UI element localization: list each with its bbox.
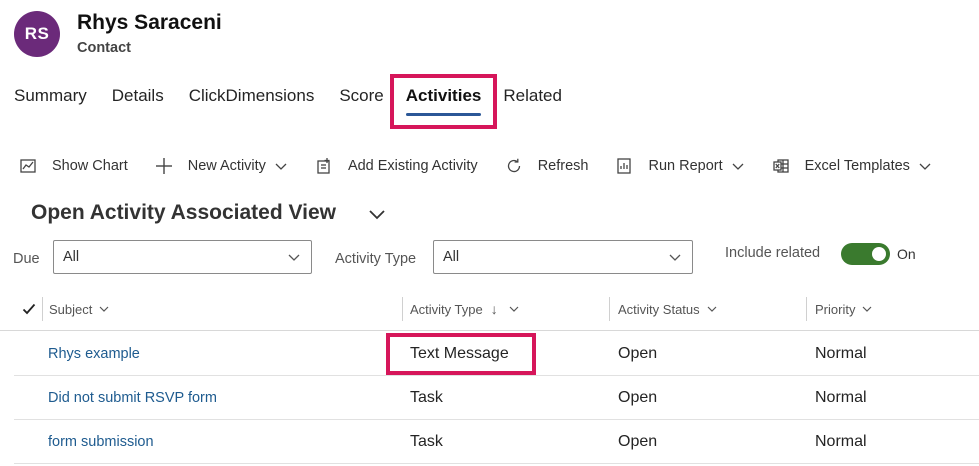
report-icon: [614, 156, 634, 176]
column-header-priority[interactable]: Priority: [815, 297, 873, 321]
command-bar: Show Chart New Activity Add Existing Act…: [18, 154, 932, 178]
chevron-down-icon: [919, 163, 931, 170]
subject-link[interactable]: Rhys example: [48, 332, 140, 376]
priority-cell: Normal: [815, 345, 867, 362]
new-activity-label: New Activity: [187, 158, 266, 174]
run-report-button[interactable]: Run Report: [614, 156, 744, 176]
tab-details[interactable]: Details: [112, 86, 164, 108]
tab-score[interactable]: Score: [339, 86, 383, 108]
refresh-label: Refresh: [537, 158, 589, 174]
include-related-state: On: [897, 246, 916, 262]
chevron-down-icon: [732, 163, 744, 170]
activity-type-cell: Task: [410, 389, 443, 406]
chevron-down-icon: [669, 254, 681, 261]
column-separator: [806, 297, 807, 321]
tab-summary[interactable]: Summary: [14, 86, 87, 108]
column-header-subject[interactable]: Subject: [49, 297, 110, 321]
highlight-box-text-message: [386, 333, 536, 375]
column-header-priority-label: Priority: [815, 301, 856, 317]
add-existing-icon: [314, 156, 334, 176]
tab-related[interactable]: Related: [503, 86, 562, 108]
show-chart-label: Show Chart: [52, 158, 128, 174]
due-filter-label: Due: [13, 251, 40, 267]
sort-descending-icon: ↓: [490, 301, 498, 317]
column-header-activity-status-label: Activity Status: [618, 301, 700, 317]
refresh-button[interactable]: Refresh: [504, 156, 589, 176]
run-report-label: Run Report: [648, 158, 723, 174]
chevron-down-icon: [863, 306, 872, 312]
highlight-box-activities-tab: [390, 74, 497, 129]
excel-templates-button[interactable]: Excel Templates: [771, 156, 932, 176]
activity-status-cell: Open: [618, 389, 658, 406]
grid-header: Subject Activity Type ↓ Activity Status …: [0, 297, 979, 331]
table-row[interactable]: Did not submit RSVP form Task Open Norma…: [14, 376, 979, 420]
excel-templates-label: Excel Templates: [804, 158, 910, 174]
activity-status-cell: Open: [618, 433, 658, 450]
activity-type-filter-value: All: [443, 249, 460, 265]
activity-type-filter-label: Activity Type: [335, 251, 417, 267]
activity-type-cell: Task: [410, 433, 443, 450]
activity-type-filter-select[interactable]: All: [433, 240, 693, 274]
chevron-down-icon: [288, 254, 300, 261]
tab-clickdimensions[interactable]: ClickDimensions: [189, 86, 315, 108]
subject-link[interactable]: Did not submit RSVP form: [48, 376, 217, 420]
refresh-icon: [504, 156, 524, 176]
chart-icon: [18, 156, 38, 176]
add-existing-activity-label: Add Existing Activity: [347, 158, 478, 174]
activity-status-cell: Open: [618, 345, 658, 362]
priority-cell: Normal: [815, 433, 867, 450]
column-header-activity-type[interactable]: Activity Type ↓: [410, 297, 520, 321]
priority-cell: Normal: [815, 389, 867, 406]
subject-link[interactable]: form submission: [48, 420, 154, 464]
new-activity-button[interactable]: New Activity: [154, 156, 288, 176]
plus-icon: [154, 156, 174, 176]
column-separator: [42, 297, 43, 321]
view-title: Open Activity Associated View: [31, 201, 336, 224]
column-header-activity-type-label: Activity Type: [410, 301, 483, 317]
excel-icon: [771, 156, 791, 176]
record-name: Rhys Saraceni: [77, 11, 222, 34]
chevron-down-icon: [509, 306, 519, 312]
table-row[interactable]: form submission Task Open Normal: [14, 420, 979, 464]
chevron-down-icon: [275, 163, 287, 170]
select-all-check-icon[interactable]: [22, 302, 36, 316]
column-separator: [402, 297, 403, 321]
view-selector-chevron-icon[interactable]: [366, 203, 388, 225]
column-header-activity-status[interactable]: Activity Status: [618, 297, 718, 321]
tab-bar: Summary Details ClickDimensions Score Ac…: [14, 86, 587, 116]
chevron-down-icon: [99, 306, 109, 312]
column-header-subject-label: Subject: [49, 301, 93, 317]
add-existing-activity-button[interactable]: Add Existing Activity: [314, 156, 478, 176]
chevron-down-icon: [707, 306, 717, 312]
record-type: Contact: [77, 40, 131, 56]
due-filter-value: All: [63, 249, 80, 265]
avatar: RS: [14, 11, 60, 57]
show-chart-button[interactable]: Show Chart: [18, 156, 128, 176]
column-separator: [609, 297, 610, 321]
toggle-knob: [872, 247, 886, 261]
include-related-toggle[interactable]: [841, 243, 890, 265]
include-related-label: Include related: [725, 245, 821, 261]
due-filter-select[interactable]: All: [53, 240, 312, 274]
